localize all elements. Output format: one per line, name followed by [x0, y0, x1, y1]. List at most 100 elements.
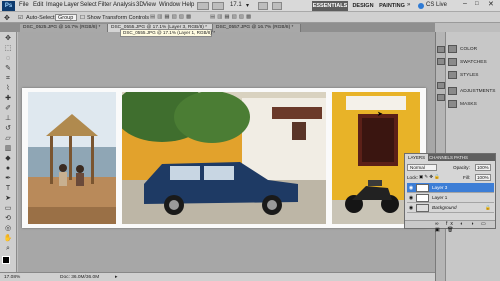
document-canvas[interactable]: [22, 88, 426, 228]
move-tool-icon[interactable]: ✥: [3, 34, 13, 43]
menu-view[interactable]: View: [143, 2, 156, 8]
tab-layers[interactable]: LAYERS: [405, 154, 429, 161]
panel-swatches[interactable]: SWATCHES: [448, 57, 500, 69]
visibility-eye-icon[interactable]: ◉: [408, 205, 414, 211]
opacity-label: Opacity:: [453, 165, 470, 170]
panel-color[interactable]: COLOR: [448, 44, 500, 56]
cs-live-icon: [418, 3, 424, 9]
lock-icons[interactable]: ▣✎✥🔒: [419, 174, 441, 180]
lock-label: Lock:: [407, 175, 418, 180]
mouse-cursor-icon: ➤: [377, 111, 383, 118]
styles-icon: [448, 70, 457, 79]
adjustments-icon: [448, 86, 457, 95]
workspace-painting[interactable]: PAINTING: [378, 1, 406, 11]
status-menu-arrow-icon[interactable]: ▸: [115, 273, 117, 281]
cs-live-button[interactable]: CS Live: [426, 2, 447, 8]
actions-panel-icon[interactable]: [437, 58, 445, 65]
menu-help[interactable]: Help: [182, 2, 194, 8]
options-bar: ✥ ☑ Auto-Select: Group ☐ Show Transform …: [0, 12, 500, 23]
3d-rotate-tool-icon[interactable]: ⟲: [3, 214, 13, 223]
eraser-tool-icon[interactable]: ▱: [3, 134, 13, 143]
hand-tool-icon[interactable]: ✋: [3, 234, 13, 243]
3d-camera-tool-icon[interactable]: ◎: [3, 224, 13, 233]
visibility-eye-icon[interactable]: ◉: [408, 195, 414, 201]
document-size-readout: Doc: 36.0M/36.0M: [60, 275, 100, 280]
history-panel-icon[interactable]: [437, 46, 445, 53]
layer-row-background[interactable]: ◉ Background 🔒: [407, 203, 494, 213]
arrange-documents-icon[interactable]: [258, 2, 268, 10]
workspace-design[interactable]: DESIGN: [350, 1, 376, 11]
lasso-tool-icon[interactable]: ◌: [3, 54, 13, 63]
fill-field[interactable]: 100%: [475, 174, 491, 181]
blend-mode-dropdown[interactable]: Normal: [407, 164, 437, 171]
foreground-color-swatch[interactable]: [2, 256, 10, 264]
opacity-field[interactable]: 100%: [475, 164, 491, 171]
workspace-more-icon[interactable]: »: [407, 2, 410, 8]
layer-name: Background: [432, 205, 457, 210]
tab-dsc-0557[interactable]: DSC_0557.JPG @ 16.7% (RGB/8) *: [213, 24, 301, 32]
photoshop-logo: Ps: [2, 1, 15, 11]
layer-row-layer-1[interactable]: ◉ Layer 1: [407, 193, 494, 203]
chevron-down-icon: ▾: [246, 3, 250, 9]
panel-styles[interactable]: STYLES: [448, 70, 500, 82]
menu-filter[interactable]: Filter: [98, 2, 111, 8]
auto-select-dropdown[interactable]: Group: [55, 14, 77, 21]
zoom-tool-icon[interactable]: ⌕: [3, 244, 13, 253]
type-tool-icon[interactable]: T: [3, 184, 13, 193]
history-brush-tool-icon[interactable]: ↺: [3, 124, 13, 133]
dodge-tool-icon[interactable]: ●: [3, 164, 13, 173]
marquee-tool-icon[interactable]: ⬚: [3, 44, 13, 53]
photoshop-window: Ps File Edit Image Layer Select Filter A…: [0, 0, 500, 281]
maximize-icon[interactable]: □: [475, 1, 479, 7]
path-selection-tool-icon[interactable]: ➤: [3, 194, 13, 203]
align-buttons-icon[interactable]: ▤▥▦▧▨▩: [150, 14, 193, 20]
distribute-buttons-icon[interactable]: ▤▥▦▧▨▩: [210, 14, 253, 20]
mini-bridge-icon[interactable]: [212, 2, 224, 10]
healing-brush-tool-icon[interactable]: ✚: [3, 94, 13, 103]
layer-name: Layer 1: [432, 195, 448, 200]
application-bar: Ps File Edit Image Layer Select Filter A…: [0, 0, 500, 12]
blur-tool-icon[interactable]: ◆: [3, 154, 13, 163]
workspace-essentials[interactable]: ESSENTIALS: [312, 1, 348, 11]
gradient-tool-icon[interactable]: ▥: [3, 144, 13, 153]
bridge-icon[interactable]: [197, 2, 209, 10]
menu-analysis[interactable]: Analysis: [113, 2, 135, 8]
brush-tool-icon[interactable]: ✐: [3, 104, 13, 113]
panel-masks[interactable]: MASKS: [448, 99, 500, 111]
minimize-icon[interactable]: –: [463, 0, 467, 7]
eyedropper-tool-icon[interactable]: ⌇: [3, 84, 13, 93]
screen-mode-icon[interactable]: [272, 2, 282, 10]
layers-panel-footer: ∞ fx ◐ ◑ ▭ ▣ 🗑: [405, 220, 495, 233]
crop-tool-icon[interactable]: ⌗: [3, 74, 13, 83]
close-icon[interactable]: ✕: [488, 0, 494, 8]
menu-select[interactable]: Select: [80, 2, 97, 8]
panel-adjustments[interactable]: ADJUSTMENTS: [448, 86, 500, 98]
color-icon: [448, 44, 457, 53]
shape-tool-icon[interactable]: ▭: [3, 204, 13, 213]
menu-file[interactable]: File: [19, 2, 29, 8]
paragraph-panel-icon[interactable]: [437, 94, 445, 101]
panel-styles-label: STYLES: [460, 73, 479, 78]
visibility-eye-icon[interactable]: ◉: [408, 185, 414, 191]
character-panel-icon[interactable]: [437, 82, 445, 89]
move-tool-icon[interactable]: ✥: [4, 14, 10, 22]
layer-row-layer-3[interactable]: ◉ Layer 3: [407, 183, 494, 193]
show-transform-checkbox[interactable]: ☐: [80, 15, 85, 21]
photo-vintage-car[interactable]: [122, 92, 326, 224]
layer-footer-buttons-icon[interactable]: ∞ fx ◐ ◑ ▭ ▣ 🗑: [435, 221, 495, 233]
document-tab-bar: DSC_0525.JPG @ 16.7% (RGB/8) * DSC_0555.…: [0, 23, 435, 32]
clone-stamp-tool-icon[interactable]: ⊥: [3, 114, 13, 123]
menu-layer[interactable]: Layer: [64, 2, 79, 8]
zoom-level-selector[interactable]: 17.1: [230, 2, 242, 8]
auto-select-checkbox[interactable]: ☑: [18, 15, 23, 21]
tab-paths[interactable]: PATHS: [451, 154, 471, 161]
lock-icon: 🔒: [485, 205, 491, 210]
menu-window[interactable]: Window: [159, 2, 180, 8]
menu-edit[interactable]: Edit: [33, 2, 43, 8]
photo-gazebo-beach[interactable]: [28, 92, 116, 224]
tab-dsc-0525[interactable]: DSC_0525.JPG @ 16.7% (RGB/8) *: [20, 24, 108, 32]
menu-image[interactable]: Image: [46, 2, 63, 8]
quick-select-tool-icon[interactable]: ✎: [3, 64, 13, 73]
pen-tool-icon[interactable]: ✒: [3, 174, 13, 183]
zoom-readout[interactable]: 17.08%: [4, 273, 20, 281]
